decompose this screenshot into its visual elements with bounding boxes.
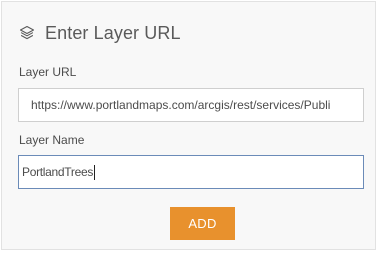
- layer-name-label: Layer Name: [19, 133, 85, 147]
- panel-header: Enter Layer URL: [19, 19, 181, 47]
- layers-icon: [19, 25, 35, 41]
- panel-title: Enter Layer URL: [45, 22, 181, 43]
- add-button[interactable]: ADD: [170, 207, 235, 240]
- layer-name-value: PortlandTrees: [22, 165, 94, 179]
- layer-name-input[interactable]: PortlandTrees: [18, 155, 364, 189]
- text-caret: [94, 164, 96, 180]
- layer-url-input[interactable]: https://www.portlandmaps.com/arcgis/rest…: [18, 88, 364, 122]
- layer-url-label: Layer URL: [19, 65, 77, 79]
- layer-url-value: https://www.portlandmaps.com/arcgis/rest…: [31, 98, 331, 112]
- enter-layer-url-panel: Enter Layer URL Layer URL https://www.po…: [1, 1, 376, 250]
